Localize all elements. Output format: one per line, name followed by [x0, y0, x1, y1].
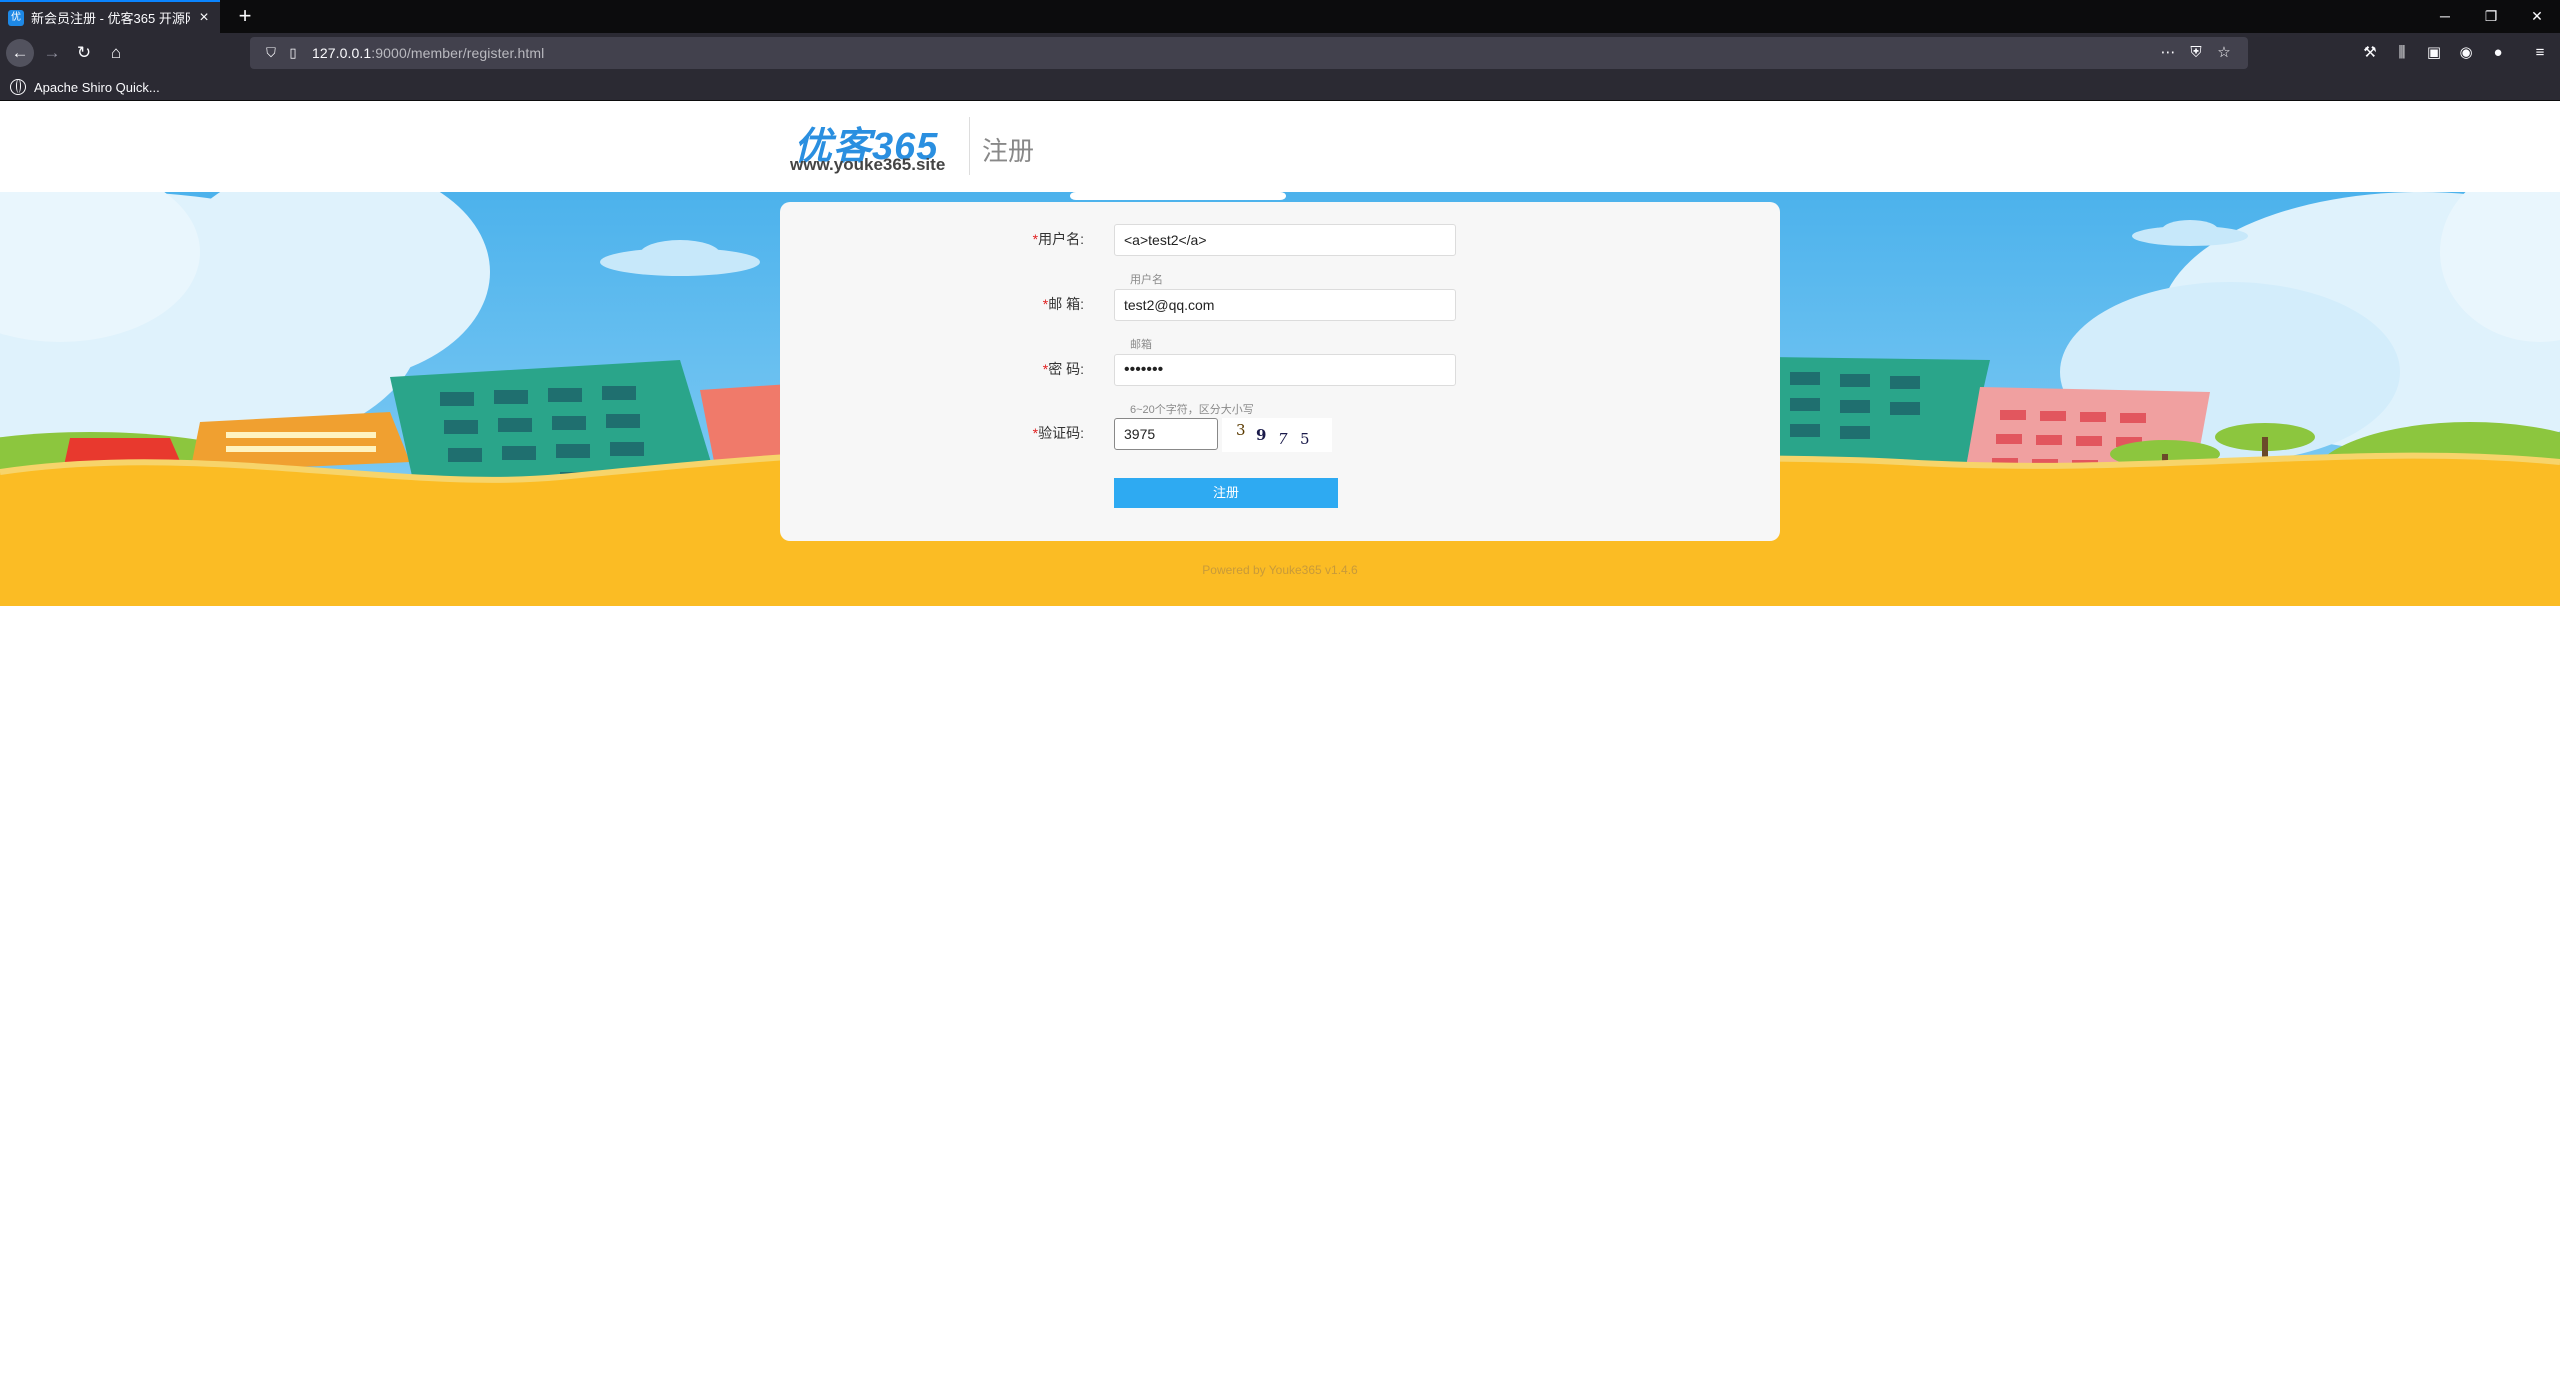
- logo-url: www.youke365.site: [790, 155, 946, 174]
- menu-icon[interactable]: ≡: [2526, 39, 2554, 67]
- navigation-toolbar: ← → ↻ ⌂ ⛉ ▯ 127.0.0.1:9000/member/regist…: [0, 33, 2560, 73]
- register-form: *用户名: 用户名 *邮 箱: 邮箱 *密 码: ••••••• 6~20个字符…: [780, 202, 1780, 541]
- sidebar-icon[interactable]: ▣: [2420, 39, 2448, 67]
- site-logo[interactable]: 优客365 www.youke365.site: [790, 115, 950, 175]
- password-input[interactable]: •••••••: [1114, 354, 1456, 386]
- minimize-icon[interactable]: ─: [2422, 0, 2468, 33]
- forward-icon[interactable]: →: [38, 39, 66, 67]
- register-button[interactable]: 注册: [1114, 478, 1338, 508]
- password-hint: 6~20个字符，区分大小写: [1130, 404, 1254, 416]
- captcha-char: 5: [1300, 430, 1310, 448]
- new-tab-icon[interactable]: +: [232, 4, 258, 30]
- bookmark-star-icon[interactable]: ☆: [2210, 37, 2238, 69]
- site-header: 优客365 www.youke365.site 注册: [0, 101, 2560, 192]
- page: 优客365 www.youke365.site 注册 *用户名: <a>test…: [0, 101, 2560, 1398]
- submit-row: 注册: [780, 478, 1780, 512]
- shield-icon[interactable]: ⛉: [260, 45, 282, 61]
- bookmark-label: Apache Shiro Quick...: [34, 79, 160, 95]
- pocket-icon[interactable]: ⛨: [2182, 37, 2210, 69]
- page-title: 注册: [982, 136, 1035, 166]
- password-label: *密 码:: [1042, 361, 1084, 377]
- captcha-char: 7: [1278, 430, 1288, 448]
- active-tab[interactable]: 优 新会员注册 - 优客365 开源网址导航 ×: [0, 0, 220, 33]
- username-input[interactable]: [1114, 224, 1456, 256]
- captcha-input[interactable]: [1114, 418, 1218, 450]
- email-label: *邮 箱:: [1042, 296, 1084, 312]
- close-tab-icon[interactable]: ×: [196, 9, 212, 26]
- email-row: *邮 箱:: [780, 287, 1780, 321]
- password-row: *密 码: •••••••: [780, 352, 1780, 386]
- url-text[interactable]: 127.0.0.1:9000/member/register.html: [312, 45, 544, 61]
- reload-icon[interactable]: ↻: [70, 39, 98, 67]
- email-hint: 邮箱: [1130, 339, 1152, 351]
- username-label: *用户名:: [1032, 231, 1084, 247]
- tab-strip: 优 新会员注册 - 优客365 开源网址导航 × + ─ ❐ ✕: [0, 0, 2560, 33]
- globe-icon: [10, 79, 26, 95]
- captcha-char: 3: [1236, 421, 1246, 439]
- address-bar[interactable]: ⛉ ▯ 127.0.0.1:9000/member/register.html …: [250, 37, 2248, 69]
- email-input[interactable]: [1114, 289, 1456, 321]
- captcha-char: 9: [1256, 426, 1267, 444]
- close-window-icon[interactable]: ✕: [2514, 0, 2560, 33]
- footer-powered-by: Powered by Youke365 v1.4.6: [1202, 563, 1358, 577]
- home-icon[interactable]: ⌂: [102, 39, 130, 67]
- tab-title: 新会员注册 - 优客365 开源网址导航: [31, 11, 190, 26]
- restore-icon[interactable]: ❐: [2468, 0, 2514, 33]
- username-hint: 用户名: [1130, 274, 1163, 286]
- page-info-icon[interactable]: ▯: [282, 45, 304, 61]
- extension-icon[interactable]: ●: [2484, 39, 2512, 67]
- captcha-label: *验证码:: [1032, 425, 1084, 441]
- site-favicon-icon: 优: [8, 9, 24, 26]
- bookmarks-toolbar: Apache Shiro Quick...: [0, 73, 2560, 101]
- captcha-row: *验证码: 3 9 7 5: [780, 416, 1780, 452]
- page-actions-icon[interactable]: ⋯: [2154, 37, 2182, 69]
- wrench-icon[interactable]: ⚒: [2356, 39, 2384, 67]
- captcha-image[interactable]: 3 9 7 5: [1222, 418, 1332, 452]
- back-icon[interactable]: ←: [6, 39, 34, 67]
- account-icon[interactable]: ◉: [2452, 39, 2480, 67]
- username-row: *用户名:: [780, 222, 1780, 256]
- header-divider: [969, 117, 970, 175]
- library-icon[interactable]: ⫼: [2388, 39, 2416, 67]
- bookmark-item[interactable]: Apache Shiro Quick...: [10, 77, 160, 97]
